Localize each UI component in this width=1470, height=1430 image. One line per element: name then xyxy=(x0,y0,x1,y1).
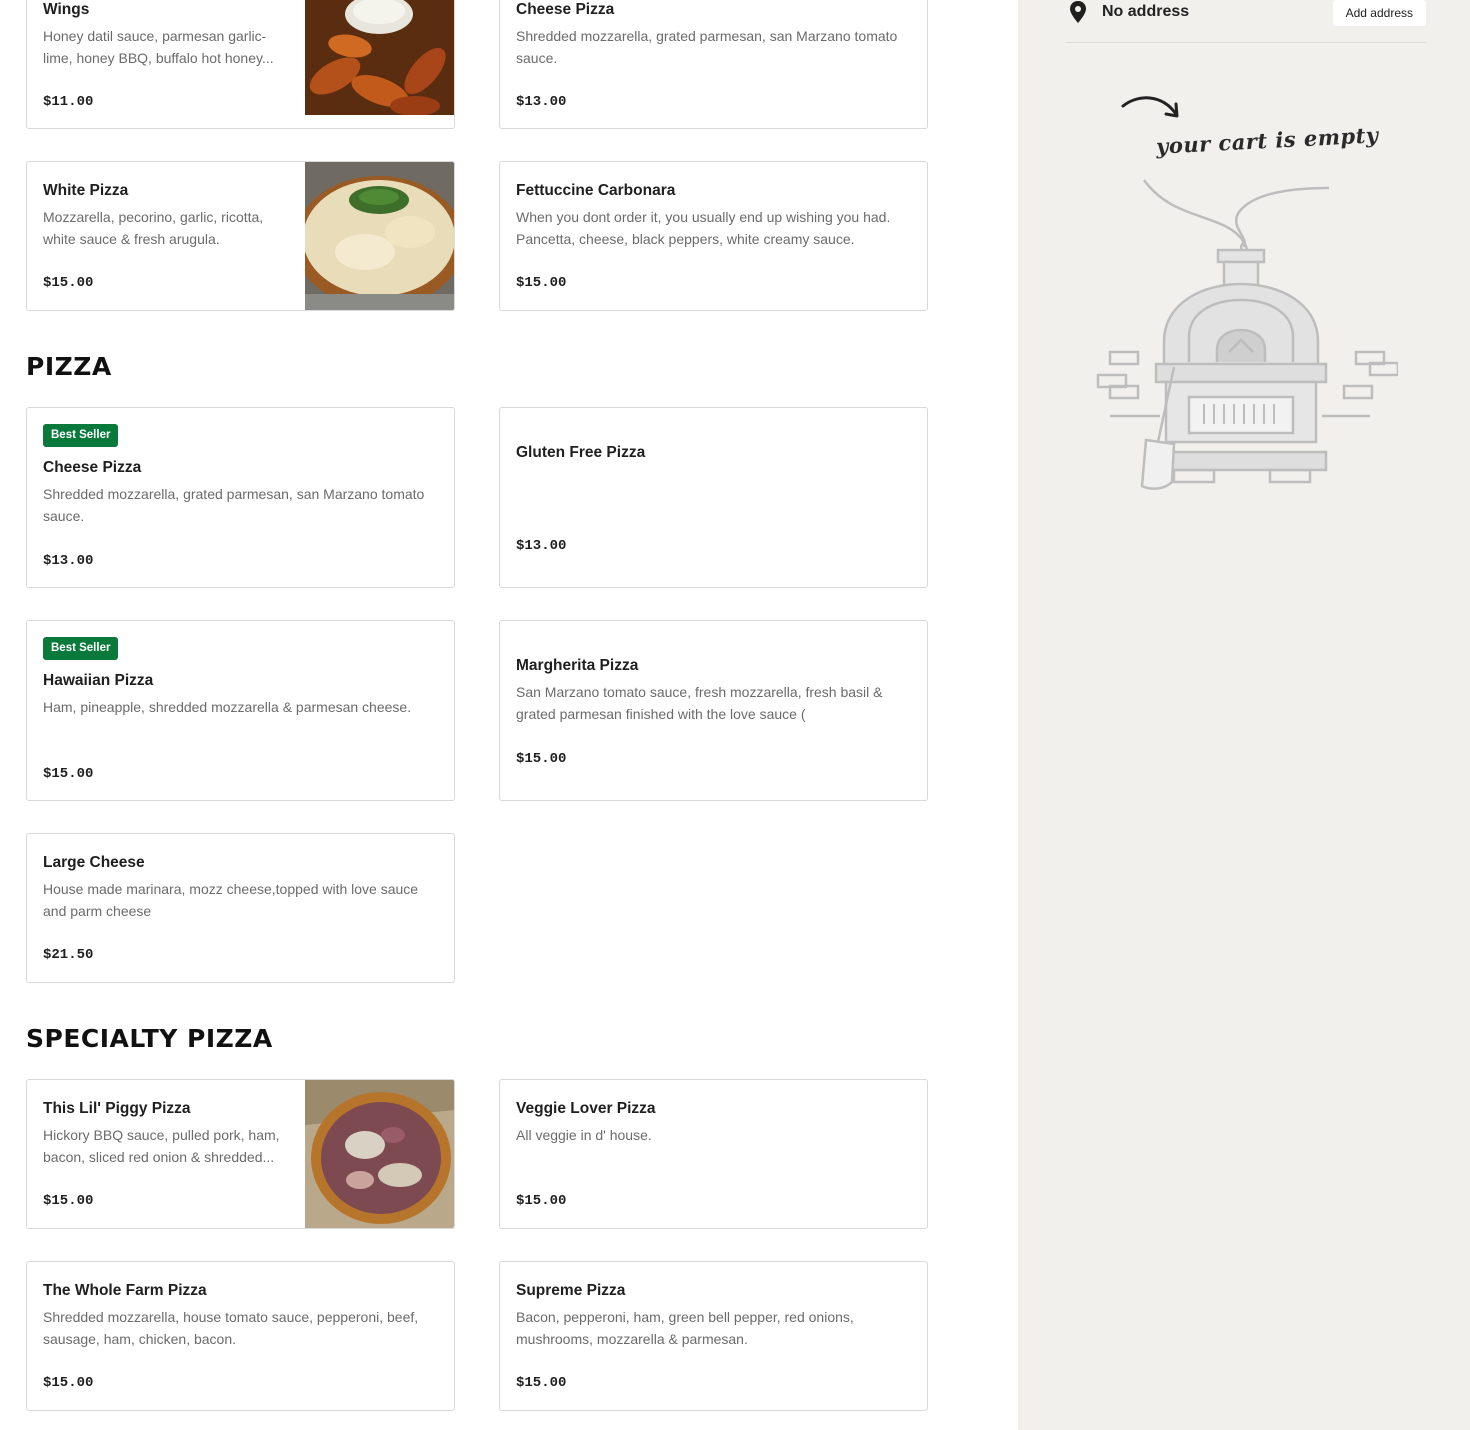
item-name: Wings xyxy=(43,1,90,18)
item-price: $15.00 xyxy=(516,751,567,767)
card-body: Best Seller Cheese Pizza Shredded mozzar… xyxy=(43,408,438,587)
card-body: Veggie Lover Pizza All veggie in d' hous… xyxy=(516,1080,911,1228)
item-price: $15.00 xyxy=(43,275,94,291)
item-name: Cheese Pizza xyxy=(516,1,615,18)
cart-sidebar: No address Add address your cart is empt… xyxy=(1018,0,1470,1430)
item-price: $11.00 xyxy=(43,94,94,110)
menu-item-card[interactable]: Cheese Pizza Shredded mozzarella, grated… xyxy=(499,0,928,129)
item-description: House made marinara, mozz cheese,topped … xyxy=(43,881,419,919)
item-price: $13.00 xyxy=(43,553,94,569)
pizza-oven-illustration xyxy=(1094,172,1400,499)
item-price: $15.00 xyxy=(516,275,567,291)
menu-item-card[interactable]: Best Seller Cheese Pizza Shredded mozzar… xyxy=(26,407,455,588)
location-pin-icon xyxy=(1068,0,1088,29)
card-body: White Pizza Mozzarella, pecorino, garlic… xyxy=(43,162,289,310)
item-name: Hawaiian Pizza xyxy=(43,672,154,689)
item-name: Veggie Lover Pizza xyxy=(516,1100,656,1117)
item-price: $15.00 xyxy=(43,1193,94,1209)
menu-item-card[interactable]: White Pizza Mozzarella, pecorino, garlic… xyxy=(26,161,455,311)
item-name: Margherita Pizza xyxy=(516,657,639,674)
item-description: Ham, pineapple, shredded mozzarella & pa… xyxy=(43,699,412,715)
menu-item-card[interactable]: Best Seller Hawaiian Pizza Ham, pineappl… xyxy=(26,620,455,801)
item-description: Shredded mozzarella, grated parmesan, sa… xyxy=(43,486,425,524)
item-description: When you dont order it, you usually end … xyxy=(516,209,891,247)
item-price: $21.50 xyxy=(43,947,94,963)
section-title-specialty: SPECIALTY PIZZA xyxy=(26,1024,273,1053)
menu-item-card[interactable]: Margherita Pizza San Marzano tomato sauc… xyxy=(499,620,928,801)
menu-item-card[interactable]: Fettuccine Carbonara When you dont order… xyxy=(499,161,928,311)
item-price: $13.00 xyxy=(516,538,567,554)
item-name: The Whole Farm Pizza xyxy=(43,1282,207,1299)
menu-item-card[interactable]: This Lil' Piggy Pizza Hickory BBQ sauce,… xyxy=(26,1079,455,1229)
card-body: Cheese Pizza Shredded mozzarella, grated… xyxy=(516,0,911,128)
card-body: The Whole Farm Pizza Shredded mozzarella… xyxy=(43,1262,438,1410)
menu-item-card[interactable]: Supreme Pizza Bacon, pepperoni, ham, gre… xyxy=(499,1261,928,1411)
empty-cart-text: your cart is empty xyxy=(1155,122,1380,159)
item-name: Supreme Pizza xyxy=(516,1282,626,1299)
item-description: Honey datil sauce, parmesan garlic-lime,… xyxy=(43,28,274,66)
item-price: $15.00 xyxy=(516,1375,567,1391)
menu-item-card[interactable]: Gluten Free Pizza $13.00 xyxy=(499,407,928,588)
item-description: Shredded mozzarella, house tomato sauce,… xyxy=(43,1309,419,1347)
card-body: Gluten Free Pizza $13.00 xyxy=(516,408,911,587)
menu-main: Wings Honey datil sauce, parmesan garlic… xyxy=(0,0,1018,1430)
card-body: Best Seller Hawaiian Pizza Ham, pineappl… xyxy=(43,621,438,800)
arrow-icon xyxy=(1120,92,1182,129)
item-price: $13.00 xyxy=(516,94,567,110)
white-pizza-photo xyxy=(305,162,454,310)
menu-item-card[interactable]: Veggie Lover Pizza All veggie in d' hous… xyxy=(499,1079,928,1229)
item-description: Mozzarella, pecorino, garlic, ricotta, w… xyxy=(43,209,264,247)
item-description: San Marzano tomato sauce, fresh mozzarel… xyxy=(516,684,883,722)
item-name: This Lil' Piggy Pizza xyxy=(43,1100,191,1117)
card-body: Fettuccine Carbonara When you dont order… xyxy=(516,162,911,310)
piggy-pizza-photo xyxy=(305,1080,454,1228)
card-body: Wings Honey datil sauce, parmesan garlic… xyxy=(43,0,289,128)
menu-item-card[interactable]: Large Cheese House made marinara, mozz c… xyxy=(26,833,455,983)
item-description: All veggie in d' house. xyxy=(516,1127,652,1143)
item-name: Cheese Pizza xyxy=(43,459,142,476)
item-price: $15.00 xyxy=(43,1375,94,1391)
best-seller-badge: Best Seller xyxy=(43,637,119,660)
card-body: Margherita Pizza San Marzano tomato sauc… xyxy=(516,621,911,800)
item-description: Hickory BBQ sauce, pulled pork, ham, bac… xyxy=(43,1127,280,1165)
item-description: Bacon, pepperoni, ham, green bell pepper… xyxy=(516,1309,854,1347)
card-body: This Lil' Piggy Pizza Hickory BBQ sauce,… xyxy=(43,1080,289,1228)
item-name: Large Cheese xyxy=(43,854,145,871)
item-name: Fettuccine Carbonara xyxy=(516,182,676,199)
card-body: Supreme Pizza Bacon, pepperoni, ham, gre… xyxy=(516,1262,911,1410)
add-address-button[interactable]: Add address xyxy=(1332,0,1426,26)
item-price: $15.00 xyxy=(516,1193,567,1209)
address-text: No address xyxy=(1102,3,1190,20)
section-title-pizza: PIZZA xyxy=(26,352,112,381)
menu-item-card[interactable]: Wings Honey datil sauce, parmesan garlic… xyxy=(26,0,455,129)
item-name: Gluten Free Pizza xyxy=(516,444,646,461)
address-row: No address Add address xyxy=(1066,0,1426,43)
wings-photo xyxy=(305,0,454,128)
item-description: Shredded mozzarella, grated parmesan, sa… xyxy=(516,28,898,66)
menu-item-card[interactable]: The Whole Farm Pizza Shredded mozzarella… xyxy=(26,1261,455,1411)
card-body: Large Cheese House made marinara, mozz c… xyxy=(43,834,438,982)
best-seller-badge: Best Seller xyxy=(43,424,119,447)
item-name: White Pizza xyxy=(43,182,129,199)
item-price: $15.00 xyxy=(43,766,94,782)
